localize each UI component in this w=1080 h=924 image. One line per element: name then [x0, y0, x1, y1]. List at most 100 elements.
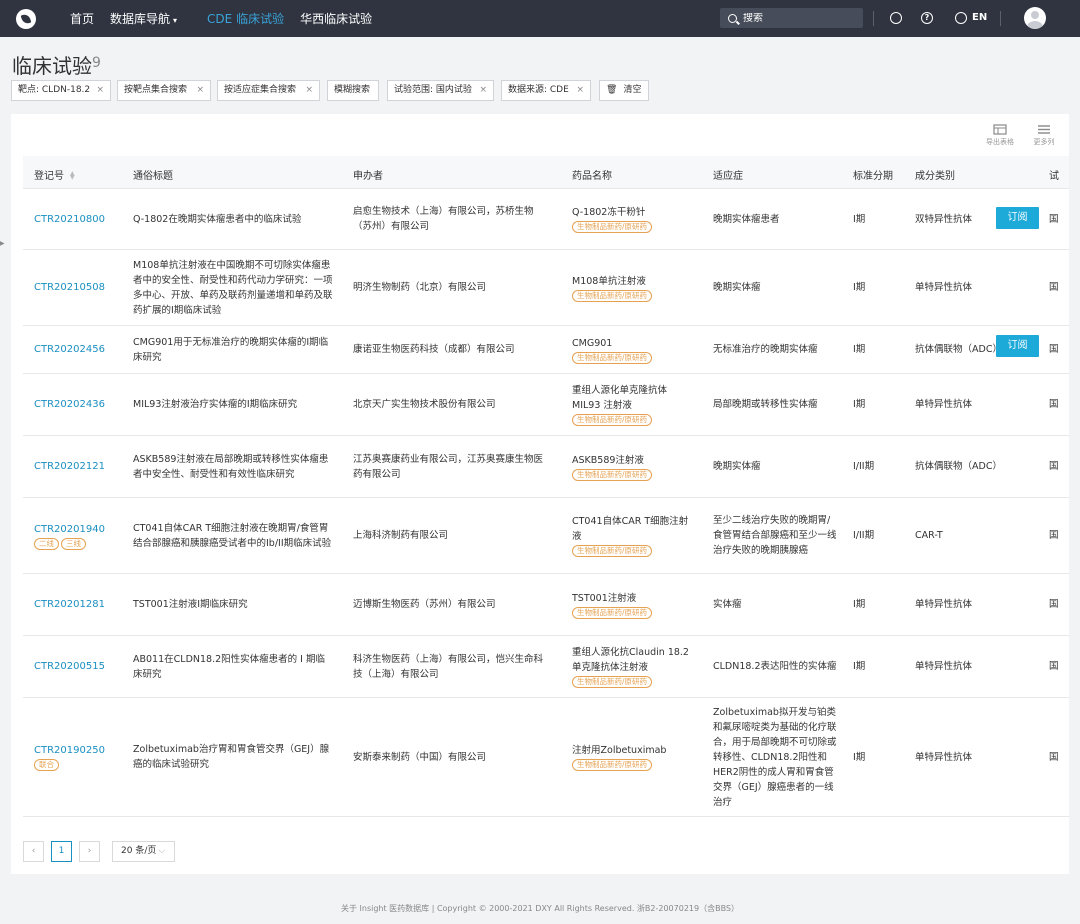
column-reg-no[interactable]: 登记号 ▲ ▼	[34, 167, 75, 183]
registration-link[interactable]: CTR20200515	[34, 636, 124, 697]
registration-number[interactable]: CTR20202121	[34, 459, 124, 474]
search-box[interactable]	[720, 8, 863, 28]
list-icon	[1038, 125, 1050, 134]
drug-type-tag: 生物制品新药/原研药	[572, 759, 653, 771]
page-size-select[interactable]: 20 条/页 ⌵	[112, 841, 175, 862]
nav-home[interactable]: 首页	[70, 10, 94, 27]
registration-number[interactable]: CTR20190250	[34, 743, 124, 758]
column-indication: 适应症	[713, 171, 743, 182]
drug-cell: 重组人源化抗Claudin 18.2单克隆抗体注射液 生物制品新药/原研药	[572, 636, 697, 697]
extra-text: 国	[1049, 213, 1059, 225]
nav-database[interactable]: 数据库导航 ▾	[110, 10, 177, 27]
export-label: 导出表格	[986, 138, 1014, 146]
clear-label: 清空	[623, 85, 642, 95]
registration-link[interactable]: CTR20201940 二线 三线	[34, 498, 124, 573]
registration-number[interactable]: CTR20201940	[34, 522, 124, 537]
phase-text: I期	[853, 282, 866, 293]
filter-label: 按靶点集合搜索	[124, 85, 188, 95]
category-cell: 抗体偶联物（ADC）	[915, 436, 1015, 497]
registration-number[interactable]: CTR20200515	[34, 659, 124, 674]
close-icon[interactable]: ×	[479, 81, 487, 100]
extra-text: 国	[1049, 530, 1059, 541]
trial-title-cell: CMG901用于无标准治疗的晚期实体瘤的I期临床研究	[133, 326, 333, 373]
indication-text: Zolbetuximab拟开发与铂类和氟尿嘧啶类为基础的化疗联合，用于局部晚期不…	[713, 706, 837, 808]
close-icon[interactable]: ×	[305, 81, 313, 100]
table-row: CTR20210800 Q-1802在晚期实体瘤患者中的临床试验 启愈生物技术（上海…	[23, 189, 1069, 250]
close-icon[interactable]: ×	[196, 81, 204, 100]
drug-type-tag: 生物制品新药/原研药	[572, 676, 653, 688]
phase-text: I期	[853, 344, 866, 355]
sort-icon[interactable]: ▲ ▼	[70, 171, 75, 181]
drug-cell: Q-1802冻干粉针 生物制品新药/原研药	[572, 189, 697, 249]
clear-filters-button[interactable]: 🗑 清空	[599, 80, 649, 101]
phase-text: I/II期	[853, 461, 875, 472]
category-cell: 单特异性抗体	[915, 250, 1015, 325]
filter-target[interactable]: 靶点: CLDN-18.2 ×	[11, 80, 111, 101]
registration-link[interactable]: CTR20202436	[34, 374, 124, 435]
page-1-button[interactable]: 1	[51, 841, 72, 862]
trial-title-cell: CT041自体CAR T细胞注射液在晚期胃/食管胃结合部腺癌和胰腺癌受试者中的I…	[133, 498, 333, 573]
registration-link[interactable]: CTR20202456	[34, 326, 124, 373]
extra-text: 国	[1049, 399, 1059, 410]
page-title: 临床试验	[12, 54, 92, 78]
search-input[interactable]	[743, 12, 853, 24]
registration-link[interactable]: CTR20210800	[34, 189, 124, 249]
filter-source[interactable]: 数据来源: CDE ×	[501, 80, 591, 101]
column-drug: 药品名称	[572, 171, 612, 182]
registration-link[interactable]: CTR20190250 联合	[34, 698, 124, 816]
column-more: 试	[1049, 171, 1059, 182]
indication-text: 实体瘤	[713, 599, 742, 610]
language-switch[interactable]: EN	[972, 12, 987, 23]
filter-scope[interactable]: 试验范围: 国内试验 ×	[387, 80, 494, 101]
registration-link[interactable]: CTR20210508	[34, 250, 124, 325]
more-columns-label: 更多列	[1033, 138, 1055, 146]
table-row: CTR20201281 TST001注射液I期临床研究 迈博斯生物医药（苏州）有限公…	[23, 574, 1069, 636]
registration-number[interactable]: CTR20210508	[34, 280, 124, 295]
more-columns-button[interactable]: 更多列	[1029, 124, 1059, 147]
lightbulb-icon[interactable]	[890, 12, 902, 24]
filter-target-set[interactable]: 按靶点集合搜索 ×	[117, 80, 211, 101]
table-row: CTR20202436 MIL93注射液治疗实体瘤的I期临床研究 北京天广实生物技术…	[23, 374, 1069, 436]
registration-number[interactable]: CTR20201281	[34, 597, 124, 612]
nav-huaxi-trials[interactable]: 华西临床试验	[300, 10, 372, 27]
registration-link[interactable]: CTR20202121	[34, 436, 124, 497]
drug-type-tag: 生物制品新药/原研药	[572, 545, 653, 557]
next-page-button[interactable]: ›	[79, 841, 100, 862]
filter-fuzzy[interactable]: 模糊搜索	[327, 80, 379, 101]
footer: 关于 Insight 医药数据库 | Copyright © 2000-2021…	[340, 904, 740, 913]
category-cell: CAR-T	[915, 498, 1015, 573]
registration-number[interactable]: CTR20202456	[34, 342, 124, 357]
sponsor-name: 科济生物医药（上海）有限公司，恺兴生命科技（上海）有限公司	[353, 653, 544, 680]
close-icon[interactable]: ×	[96, 81, 104, 100]
category-text: CAR-T	[915, 530, 943, 541]
registration-number[interactable]: CTR20202436	[34, 397, 124, 412]
phase-cell: I期	[853, 698, 903, 816]
registration-link[interactable]: CTR20201281	[34, 574, 124, 635]
avatar[interactable]	[1024, 7, 1046, 29]
table-row: CTR20201940 二线 三线 CT041自体CAR T细胞注射液在晚期胃/食管胃…	[23, 498, 1069, 574]
subscribe-button[interactable]: 订阅	[996, 206, 1039, 229]
drug-name: M108单抗注射液	[572, 275, 646, 287]
indication-text: 至少二线治疗失败的晚期胃/食管胃结合部腺癌和至少一线治疗失败的晚期胰腺癌	[713, 515, 837, 556]
chevron-right-icon[interactable]: ▶	[0, 240, 5, 247]
close-icon[interactable]: ×	[576, 81, 584, 100]
filter-indication-set[interactable]: 按适应症集合搜索 ×	[217, 80, 320, 101]
phase-cell: I/II期	[853, 498, 903, 573]
category-cell: 单特异性抗体	[915, 374, 1015, 435]
help-icon[interactable]: ?	[921, 12, 933, 24]
line-tag: 二线	[34, 537, 59, 550]
logo-icon[interactable]	[16, 8, 36, 29]
subscribe-button[interactable]: 订阅	[996, 335, 1039, 357]
globe-icon[interactable]	[955, 12, 967, 24]
table-header: 登记号 ▲ ▼ 通俗标题 申办者 药品名称 适应症 标准分期 成分类别 试	[23, 156, 1069, 189]
nav-cde-trials[interactable]: CDE 临床试验	[207, 10, 284, 27]
drug-type-tag: 生物制品新药/原研药	[572, 351, 653, 364]
trial-title-cell: MIL93注射液治疗实体瘤的I期临床研究	[133, 374, 333, 435]
registration-number[interactable]: CTR20210800	[34, 212, 124, 227]
export-table-button[interactable]: 导出表格	[985, 124, 1015, 147]
prev-page-button[interactable]: ‹	[23, 841, 44, 862]
drug-type-tag: 生物制品新药/原研药	[572, 289, 653, 302]
trial-title: CMG901用于无标准治疗的晚期实体瘤的I期临床研究	[133, 336, 329, 363]
phase-text: I期	[853, 399, 866, 410]
extra-text: 国	[1049, 344, 1059, 355]
